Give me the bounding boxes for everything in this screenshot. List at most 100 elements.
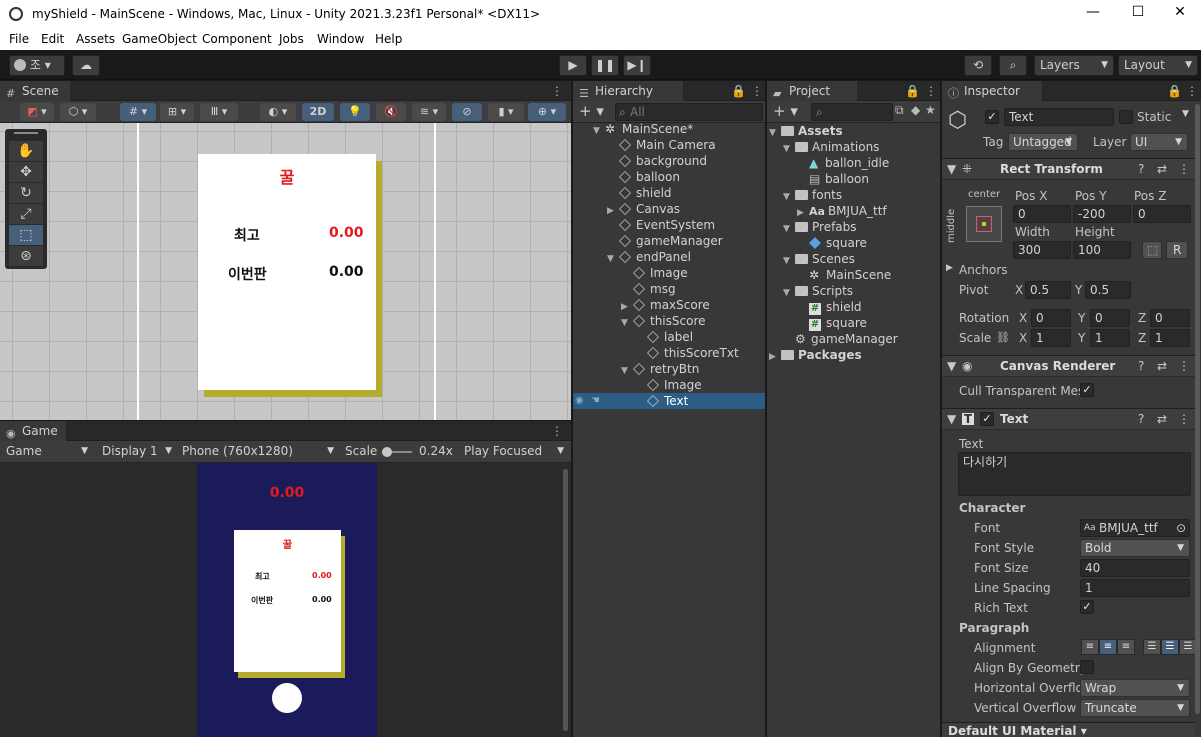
active-checkbox[interactable]: ✓	[985, 110, 999, 124]
tree-item[interactable]: Image	[573, 265, 765, 281]
tree-item[interactable]: ⚙ gameManager	[767, 331, 940, 347]
tree-item[interactable]: balloon	[573, 169, 765, 185]
display-dropdown[interactable]: Display 1 ▼	[98, 443, 176, 461]
move-tool-icon[interactable]: ✥	[9, 162, 43, 182]
scale-slider-thumb[interactable]	[382, 447, 392, 457]
pos-x-input[interactable]: 0	[1013, 205, 1071, 223]
height-input[interactable]: 100	[1073, 241, 1131, 259]
presets-icon[interactable]: ⇄	[1157, 159, 1167, 179]
anchor-presets-button[interactable]	[966, 206, 1002, 242]
material-header[interactable]: Default UI Material ▾	[942, 722, 1195, 737]
favorite-icon[interactable]: ★	[925, 103, 936, 117]
rect-tool-icon[interactable]: ⬚	[9, 225, 43, 245]
tree-item[interactable]: Main Camera	[573, 137, 765, 153]
ruler-button[interactable]: Ⅲ ▾	[200, 103, 238, 121]
hierarchy-search-input[interactable]: ⌕ All	[615, 103, 763, 121]
search-button[interactable]: ⌕	[999, 55, 1027, 76]
pos-y-input[interactable]: -200	[1073, 205, 1131, 223]
scale-z-input[interactable]: 1	[1150, 329, 1190, 347]
canvas-renderer-header[interactable]: ▼ ◉ Canvas Renderer ? ⇄ ⋮	[942, 355, 1195, 377]
filter-type-icon[interactable]: ⧉	[895, 103, 904, 118]
menu-edit[interactable]: Edit	[41, 32, 64, 46]
panel-menu-icon[interactable]: ⋮	[551, 424, 563, 438]
menu-gameobject[interactable]: GameObject	[122, 32, 197, 46]
tag-dropdown[interactable]: Untagged ▼	[1008, 133, 1078, 151]
tree-item[interactable]: ✲ MainScene	[767, 267, 940, 283]
play-focused-dropdown[interactable]: Play Focused ▼	[460, 443, 568, 461]
anchors-label[interactable]: Anchors	[959, 263, 1008, 277]
scale-tool-icon[interactable]: ⤢	[9, 204, 43, 224]
tree-item[interactable]: square	[767, 235, 940, 251]
visibility-eye-icon[interactable]: ◉	[575, 393, 584, 409]
tree-item[interactable]: ▼ retryBtn	[573, 361, 765, 377]
close-button[interactable]: ✕	[1157, 4, 1201, 26]
grid-snap-button[interactable]: # ▾	[120, 103, 156, 121]
help-icon[interactable]: ?	[1138, 159, 1144, 179]
presets-icon[interactable]: ⇄	[1157, 356, 1167, 376]
object-name-input[interactable]: Text	[1004, 108, 1114, 126]
gizmos-button[interactable]: ⊕ ▾	[528, 103, 566, 121]
tree-item[interactable]: ▼ Scripts	[767, 283, 940, 299]
tab-project[interactable]: ▰ Project	[767, 81, 857, 101]
static-dropdown[interactable]: ▼	[1182, 109, 1189, 119]
menu-window[interactable]: Window	[317, 32, 364, 46]
tree-item[interactable]: ▼ fonts	[767, 187, 940, 203]
font-size-input[interactable]: 40	[1080, 559, 1190, 577]
component-menu-icon[interactable]: ⋮	[1178, 159, 1190, 179]
lock-icon[interactable]: 🔒	[905, 84, 920, 98]
pos-z-input[interactable]: 0	[1133, 205, 1191, 223]
align-top-button[interactable]: ☰	[1143, 639, 1161, 655]
font-style-dropdown[interactable]: Bold ▼	[1080, 539, 1190, 557]
tree-item[interactable]: ▶ maxScore	[573, 297, 765, 313]
tab-inspector[interactable]: ⓘ Inspector	[942, 81, 1042, 101]
game-scrollbar[interactable]	[563, 469, 568, 731]
lighting-button[interactable]: 💡	[340, 103, 370, 121]
render-mode-button[interactable]: ⬡ ▾	[60, 103, 96, 121]
tree-item[interactable]: background	[573, 153, 765, 169]
foldout-closed-icon[interactable]: ▶	[769, 349, 781, 365]
minimize-button[interactable]: —	[1070, 4, 1116, 26]
tree-item[interactable]: EventSystem	[573, 217, 765, 233]
camera-button[interactable]: ▮ ▾	[488, 103, 524, 121]
account-dropdown[interactable]: 조 ▾	[9, 55, 65, 76]
tree-item[interactable]: ◉ ☚ Text	[573, 393, 765, 409]
add-object-button[interactable]: + ▾	[579, 102, 604, 120]
layers-dropdown[interactable]: Layers ▼	[1034, 55, 1114, 76]
tree-item[interactable]: # square	[767, 315, 940, 331]
play-button[interactable]: ▶	[559, 55, 587, 76]
game-mode-dropdown[interactable]: Game ▼	[2, 443, 92, 461]
tree-item[interactable]: gameManager	[573, 233, 765, 249]
foldout-arrow-icon[interactable]: ▶	[946, 263, 953, 273]
project-search-input[interactable]: ⌕	[811, 103, 893, 121]
transform-tool-icon[interactable]: ⊛	[9, 246, 43, 266]
cull-transparent-checkbox[interactable]: ✓	[1080, 383, 1094, 397]
presets-icon[interactable]: ⇄	[1157, 409, 1167, 429]
help-icon[interactable]: ?	[1138, 356, 1144, 376]
text-enabled-checkbox[interactable]: ✓	[980, 412, 994, 426]
panel-menu-icon[interactable]: ⋮	[751, 84, 763, 98]
pivot-x-input[interactable]: 0.5	[1025, 281, 1071, 299]
maximize-button[interactable]: ☐	[1115, 4, 1161, 26]
history-button[interactable]: ⟲	[964, 55, 992, 76]
tree-item[interactable]: ▲ ballon_idle	[767, 155, 940, 171]
shading-button[interactable]: ◐ ▾	[260, 103, 296, 121]
tree-item[interactable]: ▼ thisScore	[573, 313, 765, 329]
menu-component[interactable]: Component	[202, 32, 272, 46]
tree-item[interactable]: thisScoreTxt	[573, 345, 765, 361]
panel-menu-icon[interactable]: ⋮	[551, 84, 563, 98]
step-button[interactable]: ▶❙	[623, 55, 651, 76]
pause-button[interactable]: ❚❚	[591, 55, 619, 76]
draw-mode-button[interactable]: ◩ ▾	[20, 103, 54, 121]
menu-help[interactable]: Help	[375, 32, 402, 46]
inspector-scrollbar[interactable]	[1195, 104, 1200, 714]
rich-text-checkbox[interactable]: ✓	[1080, 600, 1094, 614]
text-component-header[interactable]: ▼ T ✓ Text ? ⇄ ⋮	[942, 408, 1195, 430]
component-menu-icon[interactable]: ⋮	[1178, 356, 1190, 376]
line-spacing-input[interactable]: 1	[1080, 579, 1190, 597]
align-center-button[interactable]: ≡	[1099, 639, 1117, 655]
menu-file[interactable]: File	[9, 32, 29, 46]
rotation-z-input[interactable]: 0	[1150, 309, 1190, 327]
panel-menu-icon[interactable]: ⋮	[925, 84, 937, 98]
resolution-dropdown[interactable]: Phone (760x1280) ▼	[178, 443, 338, 461]
raw-edit-button[interactable]: R	[1166, 241, 1188, 259]
